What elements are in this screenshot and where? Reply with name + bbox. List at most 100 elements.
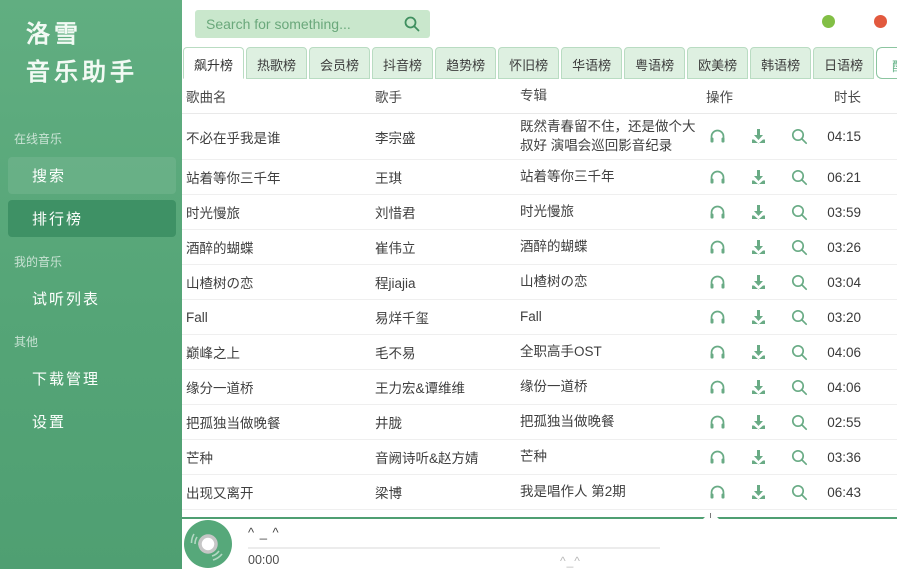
song-name: 缘分一道桥 xyxy=(182,377,375,397)
chart-tab[interactable]: 韩语榜 xyxy=(750,47,811,79)
search-song-icon[interactable] xyxy=(790,308,809,327)
headphone-listen-icon[interactable] xyxy=(708,127,727,146)
download-icon[interactable] xyxy=(749,273,768,292)
headphone-listen-icon[interactable] xyxy=(708,448,727,467)
song-name: 不必在乎我是谁 xyxy=(182,127,375,147)
song-row[interactable]: 缘分一道桥王力宏&谭维维缘份一道桥04:06 xyxy=(182,370,897,405)
download-icon[interactable] xyxy=(749,413,768,432)
song-name: 把孤独当做晚餐 xyxy=(182,412,375,432)
song-row[interactable]: 芒种音阙诗听&赵方婧芒种03:36 xyxy=(182,440,897,475)
row-operations xyxy=(706,168,816,187)
album-name: Fall xyxy=(520,308,706,326)
search-song-icon[interactable] xyxy=(790,448,809,467)
song-table: 歌曲名 歌手 专辑 操作 时长 不必在乎我是谁李宗盛既然青春留不住，还是做个大叔… xyxy=(182,79,897,517)
artist-name: 毛不易 xyxy=(375,342,520,362)
search-song-icon[interactable] xyxy=(790,203,809,222)
chart-tab[interactable]: 日语榜 xyxy=(813,47,874,79)
sidebar-item[interactable]: 下载管理 xyxy=(8,360,176,397)
song-duration: 03:26 xyxy=(816,240,897,255)
chart-tab[interactable]: 抖音榜 xyxy=(372,47,433,79)
music-source-selector[interactable]: 酷我音乐 xyxy=(876,47,897,79)
download-icon[interactable] xyxy=(749,168,768,187)
search-icon[interactable] xyxy=(403,15,421,33)
song-row[interactable]: 酒醉的蝴蝶崔伟立酒醉的蝴蝶 03:26 xyxy=(182,230,897,265)
download-icon[interactable] xyxy=(749,238,768,257)
sidebar-item[interactable]: 试听列表 xyxy=(8,280,176,317)
minimize-dot-button[interactable] xyxy=(822,15,835,28)
search-song-icon[interactable] xyxy=(790,413,809,432)
search-song-icon[interactable] xyxy=(790,127,809,146)
song-name: 出现又离开 xyxy=(182,482,375,502)
download-icon[interactable] xyxy=(749,343,768,362)
download-icon[interactable] xyxy=(749,308,768,327)
headphone-listen-icon[interactable] xyxy=(708,203,727,222)
headphone-listen-icon[interactable] xyxy=(708,238,727,257)
artist-name: 王琪 xyxy=(375,167,520,187)
player-status-face: ^_^ xyxy=(560,554,581,568)
headphone-listen-icon[interactable] xyxy=(708,273,727,292)
player-expand-notch[interactable] xyxy=(703,511,719,519)
headphone-listen-icon[interactable] xyxy=(708,483,727,502)
sidebar-item[interactable]: 设置 xyxy=(8,403,176,440)
now-playing-title: ^ _ ^ xyxy=(248,525,280,540)
song-duration: 06:21 xyxy=(816,170,897,185)
album-name: 芒种 xyxy=(520,448,706,466)
download-icon[interactable] xyxy=(749,378,768,397)
download-icon[interactable] xyxy=(749,448,768,467)
song-duration: 03:59 xyxy=(816,205,897,220)
chart-tab[interactable]: 华语榜 xyxy=(561,47,622,79)
song-row[interactable]: 山楂树の恋程jiajia山楂树の恋03:04 xyxy=(182,265,897,300)
chart-tab[interactable]: 热歌榜 xyxy=(246,47,307,79)
song-row[interactable]: 时光慢旅刘惜君时光慢旅03:59 xyxy=(182,195,897,230)
song-row[interactable]: 站着等你三千年王琪站着等你三千年06:21 xyxy=(182,160,897,195)
album-name: 我是唱作人 第2期 xyxy=(520,483,706,501)
header-album: 专辑 xyxy=(520,87,706,105)
sidebar-item[interactable]: 排行榜 xyxy=(8,200,176,237)
chart-tab[interactable]: 怀旧榜 xyxy=(498,47,559,79)
search-song-icon[interactable] xyxy=(790,168,809,187)
search-song-icon[interactable] xyxy=(790,238,809,257)
chart-tab[interactable]: 粤语榜 xyxy=(624,47,685,79)
artist-name: 梁博 xyxy=(375,482,520,502)
search-song-icon[interactable] xyxy=(790,378,809,397)
headphone-listen-icon[interactable] xyxy=(708,343,727,362)
app-window: 洛雪 音乐助手 在线音乐搜索排行榜我的音乐试听列表其他下载管理设置 飙升榜热歌榜… xyxy=(0,0,897,569)
progress-bar[interactable] xyxy=(248,547,660,549)
search-song-icon[interactable] xyxy=(790,483,809,502)
download-icon[interactable] xyxy=(749,483,768,502)
song-row[interactable]: 不必在乎我是谁李宗盛既然青春留不住，还是做个大叔好 演唱会巡回影音纪录04:15 xyxy=(182,114,897,160)
download-icon[interactable] xyxy=(749,203,768,222)
album-disc-icon[interactable] xyxy=(184,520,232,568)
headphone-listen-icon[interactable] xyxy=(708,413,727,432)
song-row[interactable]: 出现又离开梁博我是唱作人 第2期06:43 xyxy=(182,475,897,510)
song-table-body: 不必在乎我是谁李宗盛既然青春留不住，还是做个大叔好 演唱会巡回影音纪录04:15… xyxy=(182,114,897,510)
chart-tab[interactable]: 欧美榜 xyxy=(687,47,748,79)
search-box[interactable] xyxy=(195,10,430,38)
chart-tab[interactable]: 趋势榜 xyxy=(435,47,496,79)
sidebar-item[interactable]: 搜索 xyxy=(8,157,176,194)
song-row[interactable]: Fall易烊千玺Fall03:20 xyxy=(182,300,897,335)
row-operations xyxy=(706,203,816,222)
album-name: 酒醉的蝴蝶 xyxy=(520,238,706,256)
search-song-icon[interactable] xyxy=(790,273,809,292)
close-dot-button[interactable] xyxy=(874,15,887,28)
song-name: 山楂树の恋 xyxy=(182,272,375,292)
row-operations xyxy=(706,127,816,146)
headphone-listen-icon[interactable] xyxy=(708,378,727,397)
song-duration: 03:36 xyxy=(816,450,897,465)
chart-tab[interactable]: 会员榜 xyxy=(309,47,370,79)
main-area: 飙升榜热歌榜会员榜抖音榜趋势榜怀旧榜华语榜粤语榜欧美榜韩语榜日语榜酷我音乐 歌曲… xyxy=(182,0,897,569)
song-row[interactable]: 把孤独当做晚餐井胧把孤独当做晚餐02:55 xyxy=(182,405,897,440)
headphone-listen-icon[interactable] xyxy=(708,308,727,327)
headphone-listen-icon[interactable] xyxy=(708,168,727,187)
song-duration: 03:20 xyxy=(816,310,897,325)
artist-name: 崔伟立 xyxy=(375,237,520,257)
download-icon[interactable] xyxy=(749,127,768,146)
song-name: 酒醉的蝴蝶 xyxy=(182,237,375,257)
song-row[interactable]: 巅峰之上毛不易全职高手OST04:06 xyxy=(182,335,897,370)
search-song-icon[interactable] xyxy=(790,343,809,362)
song-name: 时光慢旅 xyxy=(182,202,375,222)
album-name: 山楂树の恋 xyxy=(520,273,706,291)
chart-tab[interactable]: 飙升榜 xyxy=(183,47,244,79)
search-input[interactable] xyxy=(206,16,403,32)
